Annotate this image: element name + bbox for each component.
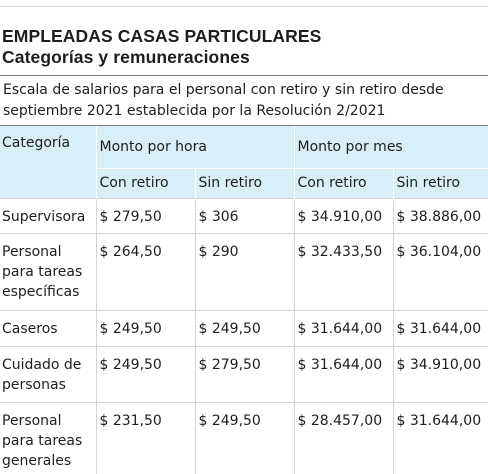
table-cell: $ 34.910,00 [392, 345, 488, 402]
table-cell: $ 28.457,00 [293, 401, 393, 474]
table-cell: $ 32.433,50 [293, 232, 393, 310]
group-header-hourly: Monto por hora [95, 126, 294, 168]
title-line-2: Categorías y remuneraciones [2, 47, 250, 67]
table-row: Personal para tareas específicas $ 264,5… [0, 232, 488, 310]
table-cell: $ 231,50 [95, 401, 195, 474]
table-cell: $ 279,50 [95, 197, 195, 233]
table-cell: $ 31.644,00 [392, 309, 488, 346]
top-divider [0, 6, 488, 7]
row-category: Personal para tareas específicas [0, 232, 96, 310]
table-cell: $ 36.104,00 [392, 232, 488, 310]
table-cell: $ 31.644,00 [392, 401, 488, 474]
table-cell: $ 34.910,00 [293, 197, 393, 233]
table-cell: $ 279,50 [194, 345, 294, 402]
table-cell: $ 290 [194, 232, 294, 310]
table-header-row-1: Categoría Monto por hora Monto por mes [0, 126, 488, 198]
row-category: Personal para tareas generales [0, 401, 96, 474]
salary-table: Categoría Monto por hora Monto por mes C… [0, 126, 488, 474]
table-row: Personal para tareas generales $ 231,50 … [0, 401, 488, 474]
table-cell: $ 249,50 [194, 401, 294, 474]
sub-header: Con retiro [293, 167, 393, 198]
category-header: Categoría [0, 126, 96, 198]
table-row: Supervisora $ 279,50 $ 306 $ 34.910,00 $… [0, 197, 488, 233]
title-line-1: EMPLEADAS CASAS PARTICULARES [2, 26, 322, 46]
group-header-monthly: Monto por mes [293, 126, 488, 168]
table-cell: $ 31.644,00 [293, 309, 393, 346]
table-cell: $ 38.886,00 [392, 197, 488, 233]
row-category: Supervisora [0, 197, 96, 233]
table-row: Caseros $ 249,50 $ 249,50 $ 31.644,00 $ … [0, 309, 488, 346]
table-cell: $ 306 [194, 197, 294, 233]
table-cell: $ 264,50 [95, 232, 195, 310]
table-cell: $ 249,50 [95, 345, 195, 402]
sub-header: Sin retiro [194, 167, 294, 198]
sub-header: Con retiro [95, 167, 195, 198]
row-category: Caseros [0, 309, 96, 346]
table-cell: $ 31.644,00 [293, 345, 393, 402]
row-category: Cuidado de personas [0, 345, 96, 402]
description: Escala de salarios para el personal con … [3, 82, 444, 119]
heading: EMPLEADAS CASAS PARTICULARES Categorías … [2, 26, 321, 68]
table-cell: $ 249,50 [95, 309, 195, 346]
table-row: Cuidado de personas $ 249,50 $ 279,50 $ … [0, 345, 488, 402]
table-cell: $ 249,50 [194, 309, 294, 346]
description-top-rule [0, 75, 488, 76]
sub-header: Sin retiro [392, 167, 488, 198]
